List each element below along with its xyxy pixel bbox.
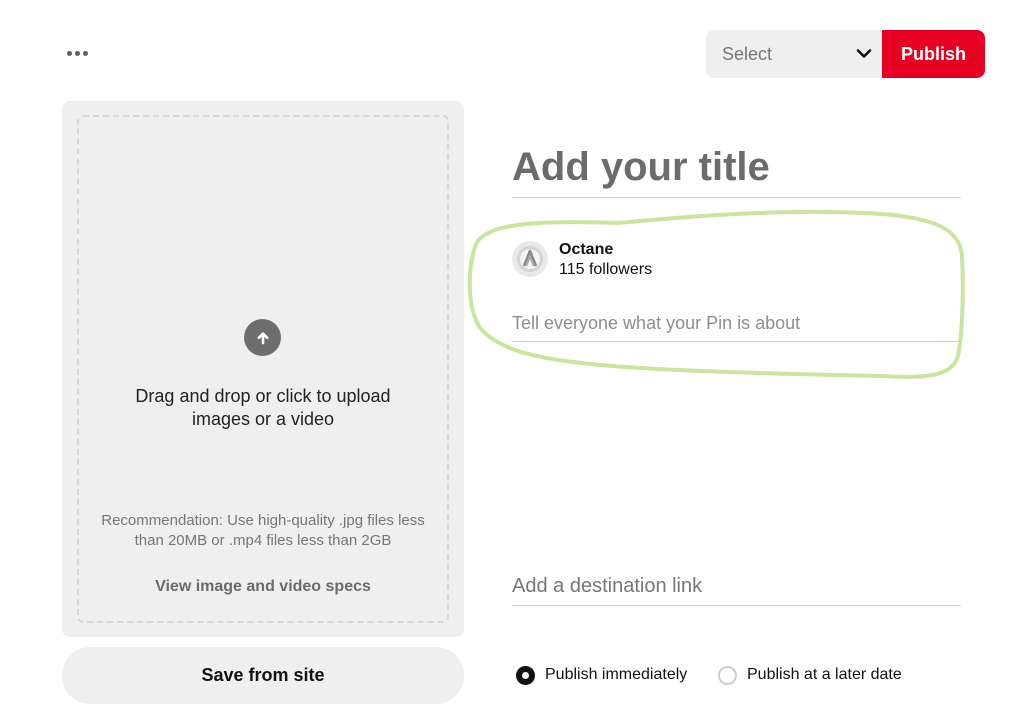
octane-logo-icon — [517, 246, 543, 272]
upload-recommendation: Recommendation: Use high-quality .jpg fi… — [101, 512, 425, 549]
arrow-up-circle-icon[interactable] — [244, 319, 281, 356]
save-from-site-button[interactable]: Save from site — [62, 647, 464, 704]
radio-selected[interactable] — [516, 665, 535, 685]
chevron-down-icon — [856, 49, 872, 58]
ellipsis-horizontal-icon — [66, 50, 72, 56]
user-followers-count: 115 followers — [559, 261, 653, 278]
user-name: Octane — [559, 241, 614, 258]
radio-unselected[interactable] — [718, 665, 737, 685]
publish-immediately-option[interactable]: Publish immediately — [516, 662, 687, 688]
more-options-button[interactable] — [60, 40, 94, 66]
publish-immediately-label: Publish immediately — [545, 666, 688, 683]
upload-instruction: Drag and drop or click to upload images … — [135, 386, 391, 429]
pin-title-input[interactable]: Add your title — [512, 138, 961, 198]
publish-later-option[interactable]: Publish at a later date — [718, 662, 902, 688]
publish-later-label: Publish at a later date — [747, 666, 902, 683]
pin-description-input[interactable]: Tell everyone what your Pin is about — [512, 306, 961, 342]
destination-link-input[interactable]: Add a destination link — [512, 568, 961, 606]
ellipsis-dot — [74, 50, 80, 56]
radio-dot — [522, 671, 529, 679]
highlight-annotation — [467, 209, 965, 379]
pin-builder: Select Publish Drag and drop or click to… — [0, 0, 1024, 724]
arrow-up-icon — [257, 331, 268, 344]
user-avatar — [512, 241, 548, 277]
publish-button[interactable]: Publish — [882, 30, 985, 78]
ellipsis-dot — [82, 50, 88, 56]
board-select-label: Select — [722, 43, 773, 64]
view-specs-link[interactable]: View image and video specs — [62, 578, 464, 596]
media-upload-panel: Drag and drop or click to upload images … — [62, 101, 464, 637]
board-select-dropdown[interactable]: Select — [706, 30, 884, 78]
